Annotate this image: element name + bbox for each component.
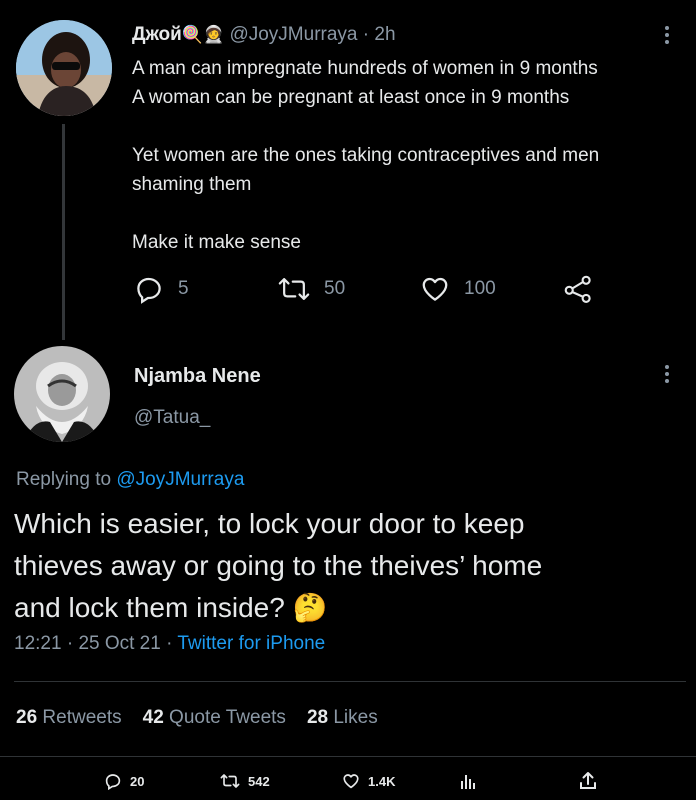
tweet-source[interactable]: Twitter for iPhone — [177, 633, 325, 654]
parent-name-emojis: 🍭🧑‍🚀 — [181, 25, 225, 44]
parent-reply-button[interactable]: 5 — [134, 274, 189, 304]
quote-tweets-stat[interactable]: 42 Quote Tweets — [143, 707, 286, 729]
analytics-icon — [459, 772, 477, 790]
tweet-meta-separator: · — [166, 633, 173, 654]
upload-icon — [578, 771, 598, 791]
engagement-stats: 26 Retweets 42 Quote Tweets 28 Likes — [16, 707, 378, 729]
stats-divider-top — [14, 681, 686, 682]
retweets-stat[interactable]: 26 Retweets — [16, 707, 122, 729]
quote-tweets-stat-count: 42 — [142, 707, 164, 728]
parent-author-name[interactable]: Джой — [132, 24, 182, 45]
likes-stat-count: 28 — [306, 707, 329, 728]
bottom-reply-button[interactable]: 20 — [104, 772, 144, 790]
parent-like-count: 100 — [464, 278, 496, 299]
parent-retweet-button[interactable]: 50 — [278, 274, 345, 304]
parent-tweet-text: A man can impregnate hundreds of women i… — [132, 54, 599, 257]
retweets-stat-label: Retweets — [42, 707, 122, 728]
parent-reply-count: 5 — [178, 278, 189, 299]
parent-separator: · — [362, 24, 370, 45]
heart-icon — [420, 274, 450, 304]
reply-icon — [104, 772, 122, 790]
bottom-like-count: 1.4K — [368, 773, 396, 789]
quote-tweets-stat-label: Quote Tweets — [169, 707, 286, 728]
parent-avatar[interactable] — [16, 20, 112, 116]
reply-icon — [134, 274, 164, 304]
likes-stat[interactable]: 28 Likes — [307, 707, 378, 729]
tweet-meta-separator: · — [66, 633, 74, 654]
replying-to-prefix: Replying to — [16, 469, 112, 490]
parent-text-line: Make it make sense — [132, 232, 301, 253]
heart-icon — [342, 772, 360, 790]
parent-retweet-count: 50 — [324, 278, 346, 299]
bottom-analytics-button[interactable] — [459, 772, 477, 790]
retweet-icon — [278, 274, 310, 304]
parent-text-line: A woman can be pregnant at least once in… — [132, 87, 570, 108]
main-text-line: Which is easier, to lock your door to ke… — [14, 508, 525, 539]
main-avatar[interactable] — [14, 346, 110, 442]
parent-handle[interactable]: @JoyJMurraya — [229, 24, 357, 45]
likes-stat-label: Likes — [333, 707, 378, 728]
parent-header: Джой🍭🧑‍🚀 @JoyJMurraya · 2h — [132, 24, 396, 46]
parent-more-icon[interactable] — [665, 26, 671, 44]
bottom-retweet-button[interactable]: 542 — [220, 772, 270, 790]
replying-to-handle[interactable]: @JoyJMurraya — [116, 469, 244, 490]
parent-share-button[interactable] — [563, 274, 593, 304]
main-author-name[interactable]: Njamba Nene — [134, 365, 261, 388]
bottom-like-button[interactable]: 1.4K — [342, 772, 395, 790]
main-avatar-image — [14, 346, 110, 442]
bottom-reply-count: 20 — [130, 773, 145, 789]
main-text-line: and lock them inside? 🤔 — [14, 592, 328, 623]
main-more-icon[interactable] — [665, 365, 671, 383]
parent-avatar-image — [16, 20, 112, 116]
main-tweet-text: Which is easier, to lock your door to ke… — [14, 503, 542, 629]
parent-timestamp[interactable]: 2h — [374, 24, 395, 45]
retweet-icon — [220, 772, 240, 790]
bottom-retweet-count: 542 — [248, 773, 270, 789]
main-text-line: thieves away or going to the theives’ ho… — [14, 550, 543, 581]
tweet-time[interactable]: 12:21 — [14, 633, 62, 654]
thread-connector-line — [62, 124, 65, 340]
parent-like-button[interactable]: 100 — [420, 274, 496, 304]
tweet-meta: 12:21 · 25 Oct 21 · Twitter for iPhone — [14, 633, 325, 655]
parent-text-line: Yet women are the ones taking contracept… — [132, 145, 600, 166]
tweet-date[interactable]: 25 Oct 21 — [78, 633, 160, 654]
parent-text-line: A man can impregnate hundreds of women i… — [132, 58, 598, 79]
retweets-stat-count: 26 — [16, 707, 38, 728]
replying-to: Replying to @JoyJMurraya — [16, 469, 244, 491]
main-author-handle[interactable]: @Tatua_ — [134, 407, 210, 429]
share-icon — [563, 274, 593, 304]
parent-text-line: shaming them — [132, 174, 252, 195]
bottom-share-button[interactable] — [578, 771, 598, 791]
